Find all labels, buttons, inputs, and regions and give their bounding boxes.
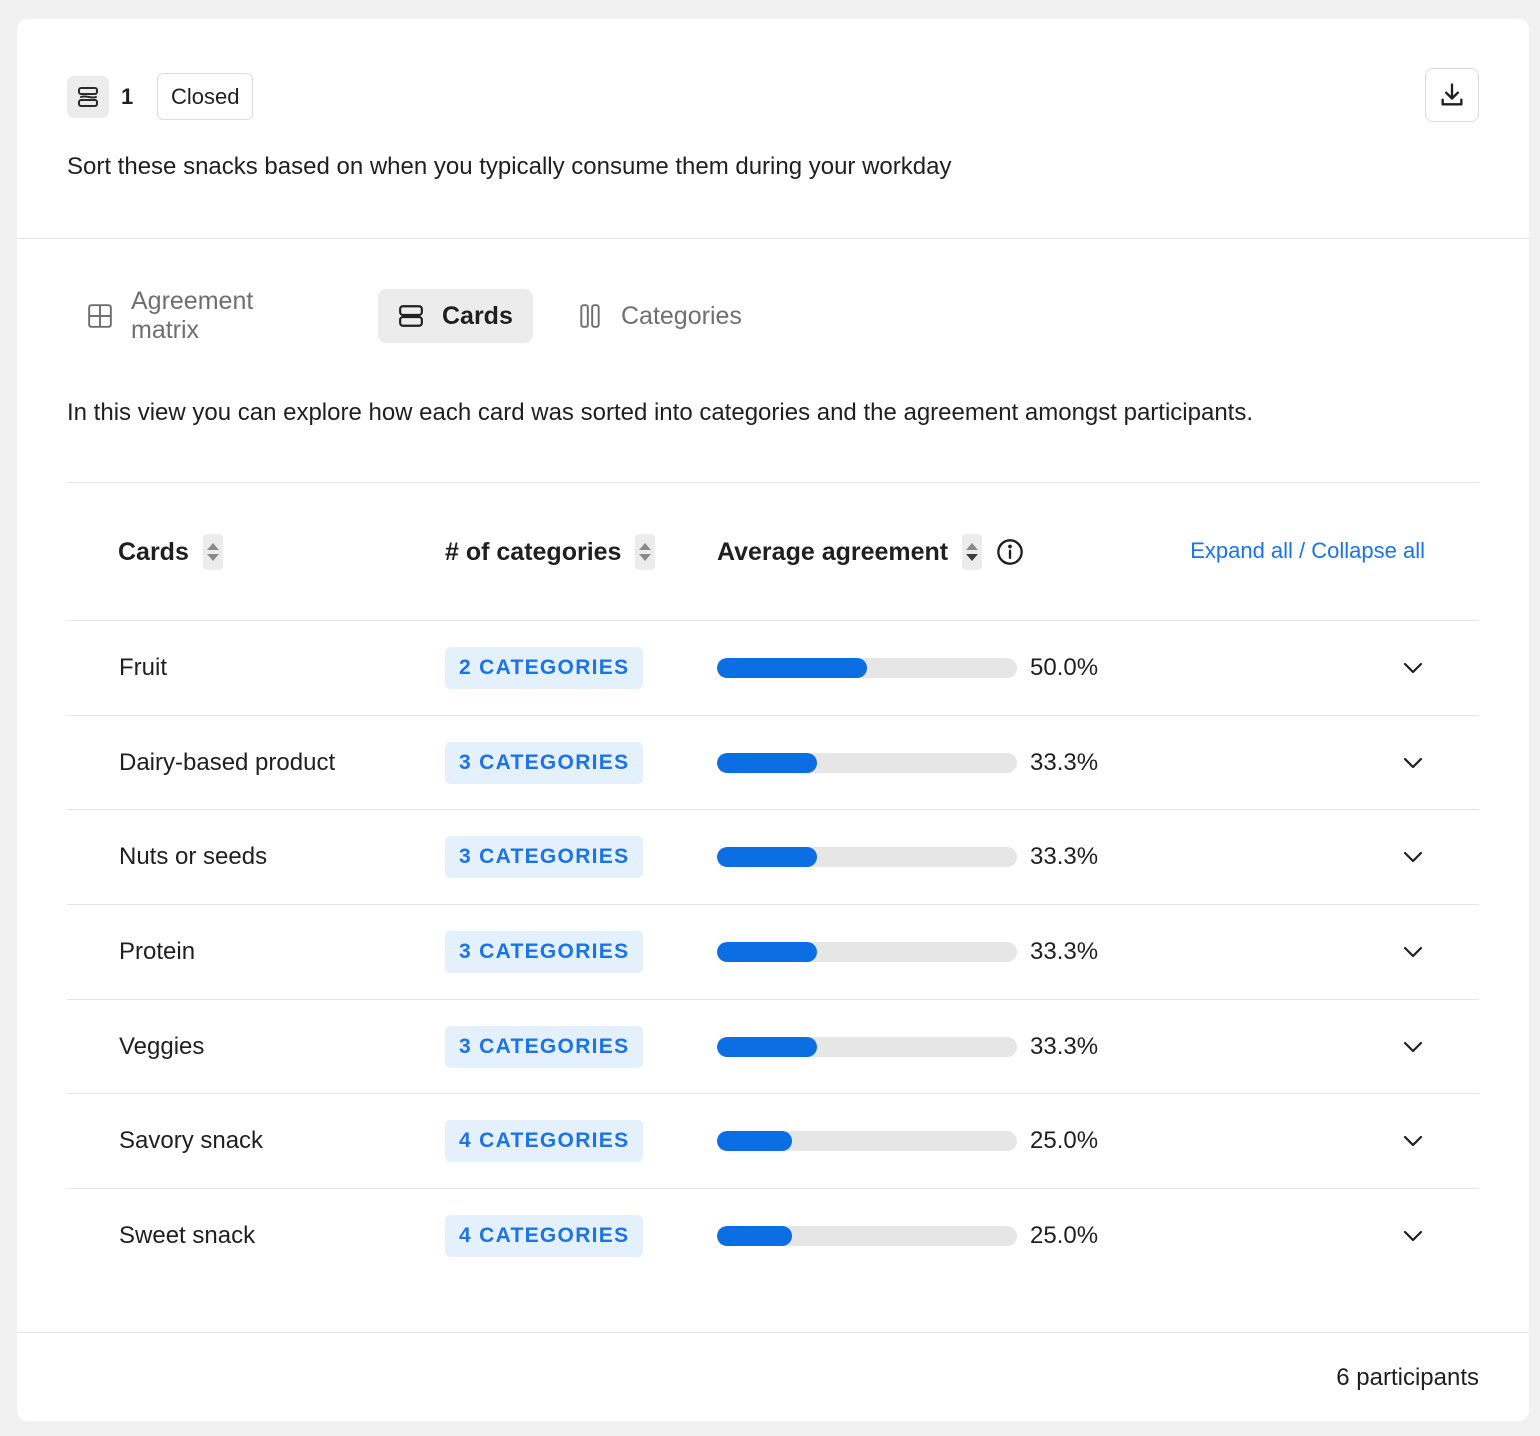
cards-icon [398, 303, 424, 329]
sort-toggle-categories[interactable] [635, 534, 656, 570]
chevron-down-icon[interactable] [1399, 1033, 1427, 1061]
card-name: Savory snack [119, 1127, 264, 1155]
agreement-percent: 33.3% [1030, 748, 1099, 776]
table-row[interactable]: Sweet snack 4 CATEGORIES 25.0% [67, 1188, 1479, 1283]
table-row[interactable]: Protein 3 CATEGORIES 33.3% [67, 904, 1479, 999]
sort-down-icon [206, 554, 219, 561]
info-icon[interactable] [996, 538, 1024, 566]
agreement-bar-fill [717, 658, 867, 678]
participants-count: 6 participants [1336, 1364, 1479, 1391]
sort-up-icon [966, 543, 979, 550]
categories-badge: 2 CATEGORIES [445, 647, 644, 689]
card-name: Dairy-based product [119, 748, 336, 776]
tab-cards[interactable]: Cards [378, 289, 533, 343]
status-badge: Closed [157, 73, 254, 120]
agreement-bar [717, 752, 1017, 773]
card-name: Veggies [119, 1032, 205, 1060]
table-row[interactable]: Savory snack 4 CATEGORIES 25.0% [67, 1093, 1479, 1188]
agreement-bar [717, 942, 1017, 963]
agreement-bar-fill [717, 942, 817, 963]
agreement-bar [717, 847, 1017, 868]
tab-label: Categories [621, 301, 742, 330]
chevron-down-icon[interactable] [1399, 1127, 1427, 1155]
agreement-percent: 25.0% [1030, 1222, 1099, 1250]
chevron-down-icon[interactable] [1399, 938, 1427, 966]
download-button[interactable] [1425, 68, 1479, 122]
results-card: 1 Closed Sort these snacks based on when… [17, 19, 1529, 1421]
agreement-bar-fill [717, 752, 817, 773]
chevron-down-icon[interactable] [1399, 843, 1427, 871]
card-name: Fruit [119, 654, 167, 681]
tab-label: Agreement matrix [131, 287, 254, 344]
cards-table-body: Fruit 2 CATEGORIES 50.0% Dairy-based produc… [67, 620, 1479, 1283]
column-label: # of categories [445, 537, 622, 566]
agreement-bar [717, 1131, 1017, 1152]
table-row[interactable]: Dairy-based product 3 CATEGORIES 33.3% [67, 714, 1479, 810]
sort-up-icon [639, 543, 652, 550]
sort-toggle-cards[interactable] [202, 534, 223, 570]
categories-badge: 3 CATEGORIES [445, 836, 644, 879]
divider [67, 482, 1479, 483]
tab-label: Cards [442, 301, 513, 330]
agreement-bar [717, 1036, 1017, 1057]
grid-icon [87, 303, 113, 329]
categories-badge: 4 CATEGORIES [445, 1215, 644, 1258]
agreement-percent: 33.3% [1030, 843, 1099, 871]
question-text: Sort these snacks based on when you typi… [67, 153, 952, 180]
tab-categories[interactable]: Categories [557, 289, 762, 343]
chevron-down-icon[interactable] [1399, 749, 1427, 777]
agreement-bar-fill [717, 1226, 792, 1247]
expand-collapse-all-link[interactable]: Expand all / Collapse all [1190, 538, 1425, 564]
column-header-agreement: Average agreement [717, 534, 1024, 570]
column-label: Average agreement [717, 537, 949, 566]
column-label: Cards [118, 537, 189, 566]
agreement-bar [717, 658, 1017, 678]
chevron-down-icon[interactable] [1399, 654, 1427, 682]
card-sort-icon [67, 76, 109, 118]
agreement-percent: 25.0% [1030, 1127, 1099, 1155]
sort-toggle-agreement[interactable] [962, 534, 983, 570]
sort-down-icon [966, 554, 979, 561]
agreement-bar-fill [717, 1131, 792, 1152]
card-name: Protein [119, 938, 196, 966]
card-name: Sweet snack [119, 1222, 256, 1250]
column-header-cards: Cards [118, 534, 223, 570]
agreement-bar-fill [717, 847, 817, 868]
question-header: 1 Closed [67, 68, 1479, 122]
columns-icon [577, 303, 603, 329]
sort-down-icon [639, 554, 652, 561]
categories-badge: 3 CATEGORIES [445, 1025, 644, 1068]
agreement-percent: 50.0% [1030, 654, 1099, 681]
table-row[interactable]: Nuts or seeds 3 CATEGORIES 33.3% [67, 809, 1479, 904]
column-header-categories: # of categories [445, 534, 656, 570]
agreement-percent: 33.3% [1030, 1032, 1099, 1060]
view-description: In this view you can explore how each ca… [67, 399, 1253, 426]
categories-badge: 4 CATEGORIES [445, 1120, 644, 1163]
divider [17, 238, 1529, 239]
table-row[interactable]: Veggies 3 CATEGORIES 33.3% [67, 998, 1479, 1094]
sort-up-icon [206, 543, 219, 550]
question-number: 1 [121, 84, 134, 109]
tab-agreement-matrix[interactable]: Agreement matrix [67, 287, 273, 344]
agreement-percent: 33.3% [1030, 938, 1099, 966]
chevron-down-icon[interactable] [1399, 1222, 1427, 1250]
agreement-bar [717, 1226, 1017, 1247]
agreement-bar-fill [717, 1036, 817, 1057]
download-icon [1441, 83, 1463, 106]
categories-badge: 3 CATEGORIES [445, 741, 644, 784]
categories-badge: 3 CATEGORIES [445, 931, 644, 974]
card-name: Nuts or seeds [119, 843, 268, 871]
divider [17, 1332, 1529, 1333]
table-row[interactable]: Fruit 2 CATEGORIES 50.0% [67, 620, 1479, 715]
